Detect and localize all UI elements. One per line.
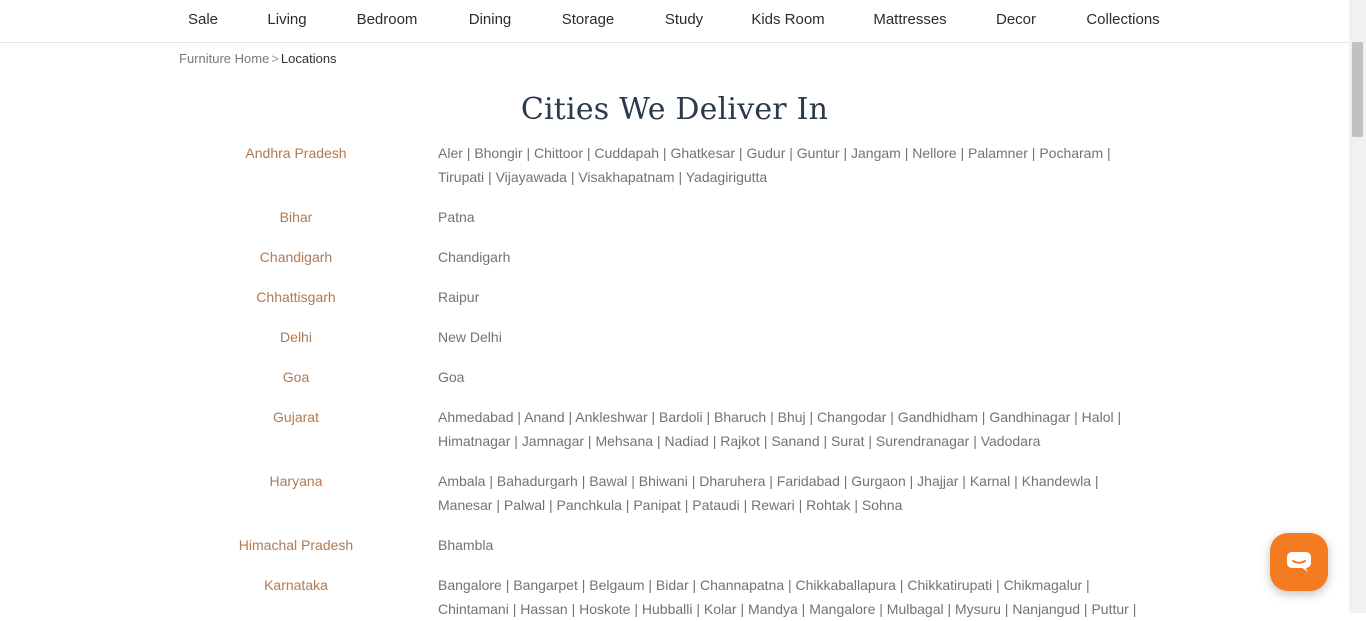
chat-button[interactable] [1270, 533, 1328, 591]
state-name[interactable]: Goa [196, 365, 396, 389]
city-line: Bhambla [438, 537, 494, 553]
page-title: Cities We Deliver In [520, 92, 829, 127]
city-list: New Delhi [438, 325, 1158, 349]
city-line: New Delhi [438, 329, 502, 345]
state-name[interactable]: Andhra Pradesh [196, 141, 396, 165]
city-list: Patna [438, 205, 1158, 229]
nav-item-mattresses[interactable]: Mattresses [873, 11, 946, 28]
city-line: Goa [438, 369, 465, 385]
city-list: Ahmedabad | Anand | Ankleshwar | Bardoli… [438, 405, 1158, 453]
state-name[interactable]: Haryana [196, 469, 396, 493]
city-line: Tirupati | Vijayawada | Visakhapatnam | … [438, 169, 768, 185]
nav-item-decor[interactable]: Decor [996, 11, 1036, 28]
state-name[interactable]: Chandigarh [196, 245, 396, 269]
nav-item-living[interactable]: Living [267, 11, 306, 28]
nav-item-storage[interactable]: Storage [562, 11, 615, 28]
nav-item-bedroom[interactable]: Bedroom [357, 11, 418, 28]
city-list: Bangalore | Bangarpet | Belgaum | Bidar … [438, 573, 1158, 621]
state-name[interactable]: Himachal Pradesh [196, 533, 396, 557]
nav-item-kids-room[interactable]: Kids Room [751, 11, 824, 28]
scrollbar-thumb[interactable] [1352, 42, 1363, 137]
city-line: Himatnagar | Jamnagar | Mehsana | Nadiad… [438, 433, 1041, 449]
city-list: Ambala | Bahadurgarh | Bawal | Bhiwani |… [438, 469, 1158, 517]
breadcrumb-home-link[interactable]: Furniture Home [179, 51, 269, 66]
top-navigation: Sale Living Bedroom Dining Storage Study… [0, 0, 1349, 43]
state-name[interactable]: Karnataka [196, 573, 396, 597]
city-line: Ahmedabad | Anand | Ankleshwar | Bardoli… [438, 409, 1122, 425]
city-line: Manesar | Palwal | Panchkula | Panipat |… [438, 497, 903, 513]
nav-item-dining[interactable]: Dining [469, 11, 512, 28]
city-line: Chintamani | Hassan | Hoskote | Hubballi… [438, 601, 1137, 617]
city-line: Raipur [438, 289, 480, 305]
city-list: Aler | Bhongir | Chittoor | Cuddapah | G… [438, 141, 1158, 189]
breadcrumb-separator: > [271, 51, 279, 66]
state-name[interactable]: Delhi [196, 325, 396, 349]
nav-item-study[interactable]: Study [665, 11, 703, 28]
city-line: Patna [438, 209, 475, 225]
city-line: Bangalore | Bangarpet | Belgaum | Bidar … [438, 577, 1090, 593]
chat-bubble-icon [1287, 552, 1311, 572]
state-name[interactable]: Bihar [196, 205, 396, 229]
city-list: Raipur [438, 285, 1158, 309]
state-name[interactable]: Chhattisgarh [196, 285, 396, 309]
city-line: Chandigarh [438, 249, 511, 265]
vertical-scrollbar[interactable] [1349, 0, 1366, 613]
city-line: Ambala | Bahadurgarh | Bawal | Bhiwani |… [438, 473, 1099, 489]
city-list: Chandigarh [438, 245, 1158, 269]
state-name[interactable]: Gujarat [196, 405, 396, 429]
breadcrumb: Furniture Home > Locations [179, 51, 337, 66]
city-line: Aler | Bhongir | Chittoor | Cuddapah | G… [438, 145, 1111, 161]
nav-item-collections[interactable]: Collections [1086, 11, 1159, 28]
nav-item-sale[interactable]: Sale [188, 11, 218, 28]
city-list: Bhambla [438, 533, 1158, 557]
breadcrumb-current: Locations [280, 51, 337, 66]
city-list: Goa [438, 365, 1158, 389]
